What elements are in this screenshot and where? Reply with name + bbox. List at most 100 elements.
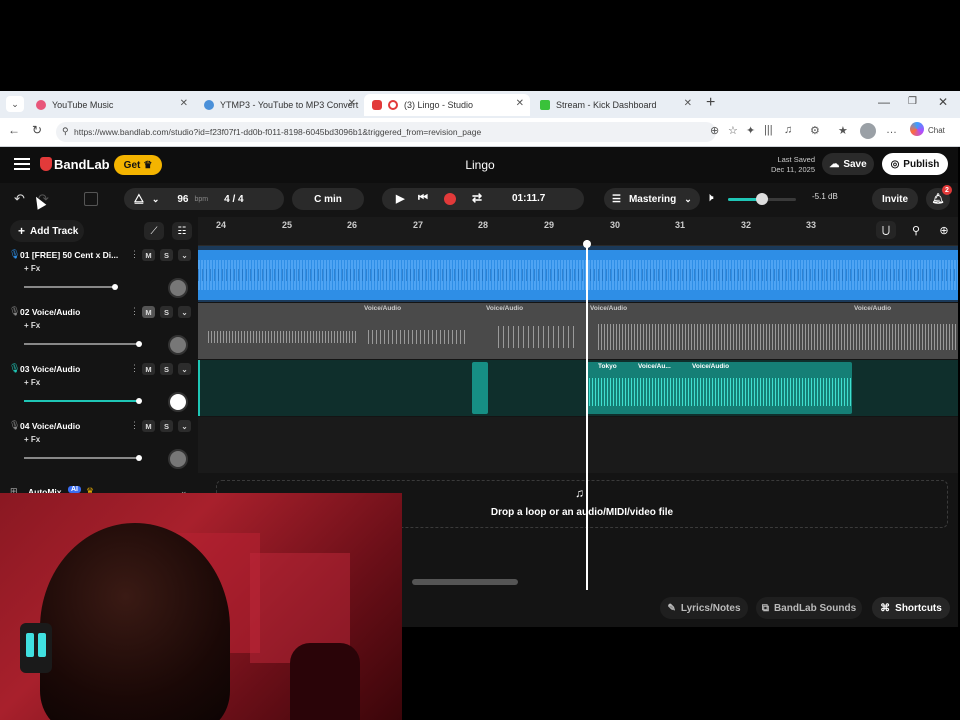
add-fx-button[interactable]: + Fx	[24, 435, 40, 444]
add-track-button[interactable]: + Add Track	[10, 220, 84, 242]
save-button[interactable]: ☁ Save	[822, 153, 874, 175]
zoom-icon[interactable]: ⊕	[710, 124, 719, 137]
metronome-icon[interactable]: ⧋	[134, 193, 144, 206]
waveform-track-02[interactable]	[198, 303, 958, 359]
zoom-out-icon[interactable]: ⚲	[906, 221, 926, 239]
tab-ytmp3[interactable]: YTMP3 - YouTube to MP3 Convert ✕	[196, 94, 362, 116]
close-icon[interactable]: ✕	[348, 98, 356, 109]
profile-avatar[interactable]	[860, 123, 876, 139]
playhead-handle[interactable]	[583, 240, 591, 248]
solo-button[interactable]: S	[160, 306, 173, 318]
more-options-icon[interactable]: ⋮	[130, 249, 139, 260]
pan-knob[interactable]	[168, 335, 188, 355]
close-icon[interactable]: ✕	[180, 98, 188, 109]
pan-knob[interactable]	[168, 449, 188, 469]
more-options-icon[interactable]: ⋮	[130, 306, 139, 317]
track-volume-slider[interactable]	[24, 398, 142, 404]
lyrics-notes-button[interactable]: ✎ Lyrics/Notes	[660, 597, 748, 619]
more-options-icon[interactable]: ⋮	[130, 420, 139, 431]
skip-back-icon[interactable]: ⏮	[418, 192, 428, 205]
mute-button[interactable]: M	[142, 363, 155, 375]
track-volume-slider[interactable]	[24, 341, 142, 347]
back-icon[interactable]: ←	[8, 123, 20, 137]
track-header-02[interactable]: 🎙︎ 02 Voice/Audio ⋮ M S ⌄ + Fx	[6, 303, 196, 359]
puzzle-icon[interactable]: ✦	[746, 124, 755, 137]
chevron-down-icon[interactable]: ⌄	[178, 420, 191, 432]
lane-track-02[interactable]: Voice/Audio Voice/Audio Voice/Audio Voic…	[198, 303, 958, 359]
record-icon[interactable]	[444, 193, 456, 205]
chevron-down-icon[interactable]: ⌄	[178, 363, 191, 375]
bpm-value[interactable]: 96	[177, 194, 188, 205]
shortcuts-button[interactable]: ⌘ Shortcuts	[872, 597, 950, 619]
volume-knob[interactable]	[112, 284, 118, 290]
add-fx-button[interactable]: + Fx	[24, 378, 40, 387]
chevron-down-icon[interactable]: ⌄	[152, 194, 160, 205]
pan-knob[interactable]	[168, 278, 188, 298]
timeline-ruler[interactable]: 24 25 26 27 28 29 30 31 32 33 ⋃ ⚲ ⊕	[198, 217, 958, 246]
magnet-icon[interactable]: ⋃	[876, 221, 896, 239]
track-name[interactable]: 03 Voice/Audio	[20, 364, 80, 374]
track-name[interactable]: 01 [FREE] 50 Cent x Di...	[20, 250, 118, 260]
add-fx-button[interactable]: + Fx	[24, 264, 40, 273]
restore-icon[interactable]: ❐	[908, 96, 917, 107]
tab-menu-icon[interactable]: ⌄	[6, 96, 24, 112]
close-icon[interactable]: ✕	[516, 98, 524, 109]
track-name[interactable]: 02 Voice/Audio	[20, 307, 80, 317]
loop-icon[interactable]: ⇄	[472, 191, 482, 205]
solo-button[interactable]: S	[160, 363, 173, 375]
solo-button[interactable]: S	[160, 420, 173, 432]
bandlab-sounds-button[interactable]: ⧉ BandLab Sounds	[756, 597, 862, 619]
site-info-icon[interactable]: ⚲	[62, 126, 69, 137]
track-header-01[interactable]: 🎙︎ 01 [FREE] 50 Cent x Di... ⋮ M S ⌄ + F…	[6, 246, 196, 302]
master-volume-slider[interactable]	[728, 193, 796, 205]
get-membership-button[interactable]: Get ♛	[114, 155, 162, 175]
tab-lingo-studio[interactable]: (3) Lingo - Studio ✕	[364, 94, 530, 116]
playhead[interactable]	[583, 240, 591, 590]
time-signature[interactable]: 4 / 4	[224, 194, 243, 205]
waveform-track-01[interactable]	[198, 250, 958, 300]
speaker-icon[interactable]: 🕨	[706, 190, 714, 205]
chevron-down-icon[interactable]: ⌄	[178, 249, 191, 261]
publish-button[interactable]: ◎ Publish	[882, 153, 948, 175]
track-volume-slider[interactable]	[24, 455, 142, 461]
invite-button[interactable]: Invite	[872, 188, 918, 210]
volume-knob[interactable]	[136, 455, 142, 461]
wand-icon[interactable]: ⟋	[144, 222, 164, 240]
track-volume-slider[interactable]	[24, 284, 118, 290]
chat-label[interactable]: Chat	[928, 126, 945, 135]
track-settings-icon[interactable]: ☷	[172, 222, 192, 240]
track-name[interactable]: 04 Voice/Audio	[20, 421, 80, 431]
minimize-icon[interactable]: —	[878, 95, 890, 109]
audio-region-small[interactable]	[472, 362, 488, 414]
close-window-icon[interactable]: ✕	[938, 95, 948, 109]
mute-button[interactable]: M	[142, 306, 155, 318]
tab-youtube-music[interactable]: YouTube Music ✕	[28, 94, 194, 116]
chevron-down-icon[interactable]: ⌄	[178, 306, 191, 318]
more-options-icon[interactable]: ⋮	[130, 363, 139, 374]
favorites-bar-icon[interactable]: ★	[838, 124, 848, 137]
close-icon[interactable]: ✕	[684, 98, 692, 109]
volume-knob[interactable]	[136, 341, 142, 347]
bandlab-logo[interactable]: BandLab	[54, 157, 110, 172]
snap-icon[interactable]	[84, 192, 98, 206]
add-fx-button[interactable]: + Fx	[24, 321, 40, 330]
url-field[interactable]: ⚲ https://www.bandlab.com/studio?id=f23f…	[56, 122, 716, 142]
favorite-icon[interactable]: ☆	[728, 124, 738, 137]
master-volume-knob[interactable]	[756, 193, 768, 205]
track-header-04[interactable]: 🎙︎ 04 Voice/Audio ⋮ M S ⌄ + Fx	[6, 417, 196, 473]
track-header-03[interactable]: 🎙︎ 03 Voice/Audio ⋮ M S ⌄ + Fx	[6, 360, 196, 416]
solo-button[interactable]: S	[160, 249, 173, 261]
library-icon[interactable]: |||	[764, 124, 773, 136]
refresh-icon[interactable]: ↻	[32, 123, 42, 137]
timeline-scrollbar[interactable]	[412, 579, 518, 585]
extensions-icon[interactable]: ⚙	[810, 124, 820, 137]
mute-button[interactable]: M	[142, 249, 155, 261]
mute-button[interactable]: M	[142, 420, 155, 432]
mastering-button[interactable]: ☰ Mastering ⌄	[604, 188, 700, 210]
bell-icon[interactable]: ♫	[784, 124, 792, 136]
more-icon[interactable]: …	[886, 124, 897, 136]
volume-knob[interactable]	[136, 398, 142, 404]
tab-kick-dashboard[interactable]: Stream - Kick Dashboard ✕	[532, 94, 698, 116]
copilot-icon[interactable]	[910, 122, 924, 136]
pan-knob[interactable]	[168, 392, 188, 412]
